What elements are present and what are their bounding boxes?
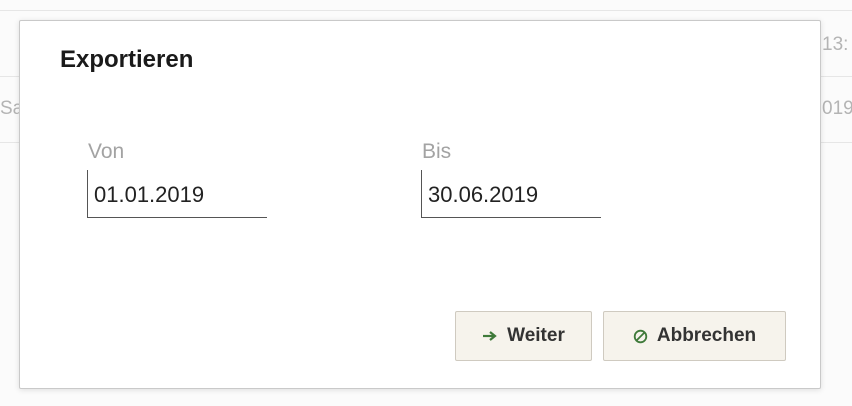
to-date-field: Bis — [421, 139, 601, 218]
no-entry-icon — [633, 329, 648, 344]
to-date-label: Bis — [422, 140, 452, 163]
next-button[interactable]: Weiter — [455, 311, 592, 361]
background-row-text: 13: — [822, 34, 849, 55]
export-dialog: Exportieren Von Bis Weiter Abbrechen — [19, 20, 821, 389]
background-row-divider — [0, 10, 852, 11]
to-date-input[interactable] — [421, 170, 601, 218]
from-date-input[interactable] — [87, 170, 267, 218]
cancel-button[interactable]: Abbrechen — [603, 311, 786, 361]
from-date-label: Von — [88, 140, 125, 163]
arrow-right-icon — [482, 330, 498, 342]
dialog-title: Exportieren — [60, 46, 194, 73]
next-button-label: Weiter — [507, 325, 565, 346]
from-date-field: Von — [87, 139, 267, 218]
background-row-text: 019 — [822, 98, 852, 119]
cancel-button-label: Abbrechen — [656, 325, 757, 346]
